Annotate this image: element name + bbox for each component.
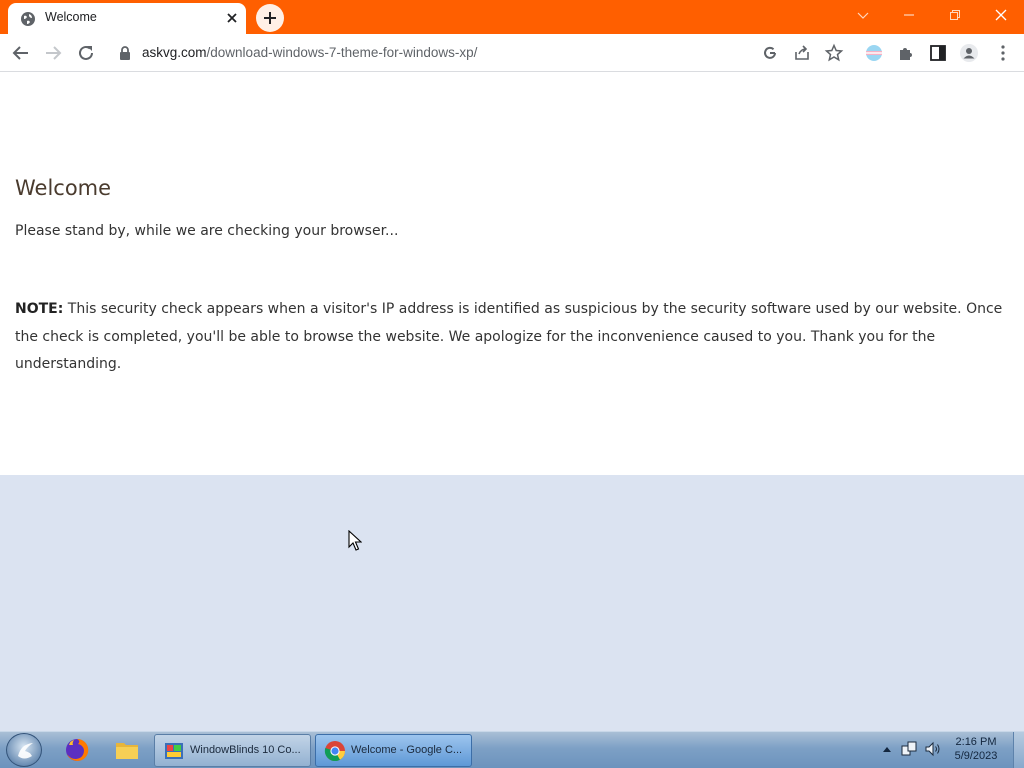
close-icon [995,9,1007,21]
plus-icon [264,12,276,24]
globe-icon [21,12,35,26]
url-host: askvg.com [142,45,207,60]
close-tab-icon[interactable] [224,10,240,26]
tray-overflow-icon[interactable] [882,745,892,753]
bookmark-star-icon[interactable] [824,43,844,63]
security-note: NOTE: This security check appears when a… [15,296,1005,379]
note-text: This security check appears when a visit… [15,301,1003,372]
network-icon[interactable] [900,740,918,758]
minimize-icon [904,14,914,16]
restore-icon [950,10,960,20]
extension-icon[interactable] [864,43,884,63]
folder-icon[interactable] [114,737,140,763]
google-icon[interactable] [760,43,780,63]
taskbar: WindowBlinds 10 Co... Welcome - Google C… [0,731,1024,768]
start-orb-icon [18,743,33,759]
tab-welcome[interactable]: Welcome [8,3,246,34]
minimize-button[interactable] [886,0,932,30]
lock-icon[interactable] [118,45,132,61]
address-bar[interactable]: askvg.com/download-windows-7-theme-for-w… [142,45,477,60]
web-page: Welcome Please stand by, while we are ch… [0,72,1024,475]
page-title: Welcome [15,176,112,200]
restore-button[interactable] [932,0,978,30]
side-panel-icon[interactable] [928,43,948,63]
share-icon[interactable] [792,43,812,63]
clock-date: 5/9/2023 [954,750,998,762]
back-button[interactable] [8,40,34,66]
mouse-cursor-icon [348,530,362,551]
profile-icon[interactable] [959,43,979,63]
url-path: /download-windows-7-theme-for-windows-xp… [206,45,478,60]
chrome-icon [324,741,346,762]
browser-toolbar: askvg.com/download-windows-7-theme-for-w… [0,34,1024,72]
taskbar-window-chrome[interactable]: Welcome - Google C... [315,734,472,767]
windowblinds-icon [165,743,183,759]
standby-message: Please stand by, while we are checking y… [15,223,399,239]
forward-button[interactable] [40,40,66,66]
chevron-down-icon [857,12,869,19]
browser-titlebar: Welcome [0,0,1024,34]
new-tab-button[interactable] [256,4,284,32]
more-menu-icon[interactable] [993,43,1013,63]
firefox-icon[interactable] [64,737,90,763]
clock-time: 2:16 PM [955,736,997,748]
taskbar-window-label: Welcome - Google C... [351,744,463,756]
volume-icon[interactable] [924,740,942,758]
show-desktop-button[interactable] [1013,732,1024,768]
start-button[interactable] [6,733,42,767]
close-window-button[interactable] [978,0,1024,30]
reload-button[interactable] [73,40,99,66]
tab-search-button[interactable] [840,0,886,30]
reload-icon [79,45,93,60]
taskbar-window-windowblinds[interactable]: WindowBlinds 10 Co... [154,734,311,767]
arrow-left-icon [12,46,28,60]
note-label: NOTE: [15,301,64,317]
taskbar-window-label: WindowBlinds 10 Co... [190,744,301,756]
tab-title: Welcome [45,10,97,24]
taskbar-clock[interactable]: 2:16 PM 5/9/2023 [946,735,1006,763]
puzzle-icon[interactable] [896,43,916,63]
arrow-right-icon [46,46,62,60]
